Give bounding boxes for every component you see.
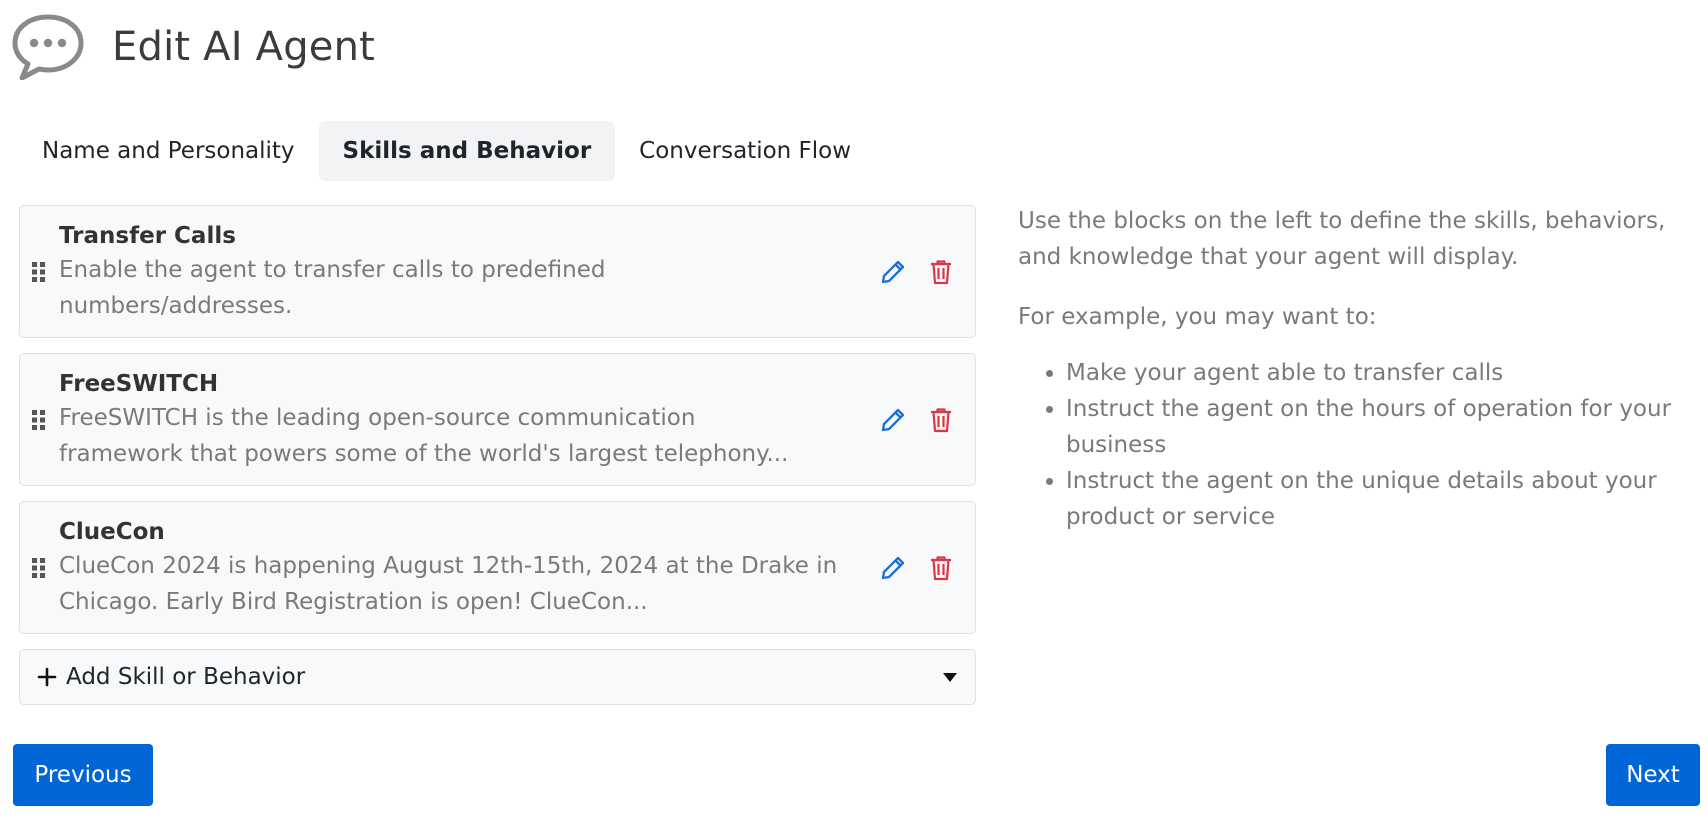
skill-actions [879,554,955,582]
edit-ai-agent-page: Edit AI Agent Name and Personality Skill… [0,0,1708,837]
tab-bar: Name and Personality Skills and Behavior… [18,121,875,181]
skill-description-line: framework that powers some of the world'… [59,441,789,467]
previous-button[interactable]: Previous [13,744,153,806]
page-header: Edit AI Agent [12,14,375,80]
help-intro: Use the blocks on the left to define the… [1018,208,1666,270]
skill-actions [879,406,955,434]
help-example-list: Make your agent able to transfer calls I… [1066,355,1698,535]
help-example-item: Instruct the agent on the hours of opera… [1066,391,1698,463]
skill-content: FreeSWITCH FreeSWITCH is the leading ope… [59,368,849,472]
drag-handle-icon[interactable] [31,557,47,579]
help-example-item: Make your agent able to transfer calls [1066,355,1698,391]
pencil-icon [881,408,905,432]
trash-icon [931,408,951,433]
skill-description-line: ClueCon 2024 is happening August 12th-15… [59,553,838,579]
skill-title: ClueCon [59,519,165,545]
skill-title: FreeSWITCH [59,371,219,397]
edit-skill-button[interactable] [879,554,907,582]
help-panel: Use the blocks on the left to define the… [1018,203,1698,535]
help-example-lead: For example, you may want to: [1018,304,1377,330]
pencil-icon [881,556,905,580]
edit-skill-button[interactable] [879,258,907,286]
page-title: Edit AI Agent [112,24,376,70]
add-skill-dropdown[interactable]: Add Skill or Behavior [19,649,976,705]
skill-actions [879,258,955,286]
plus-icon [37,667,57,687]
skill-description-line: numbers/addresses. [59,293,293,319]
trash-icon [931,260,951,285]
delete-skill-button[interactable] [927,554,955,582]
skill-card-freeswitch: FreeSWITCH FreeSWITCH is the leading ope… [19,353,976,486]
add-skill-label: Add Skill or Behavior [66,664,306,690]
delete-skill-button[interactable] [927,258,955,286]
chat-bubble-icon [12,14,84,80]
edit-skill-button[interactable] [879,406,907,434]
next-button[interactable]: Next [1606,744,1700,806]
skill-title: Transfer Calls [59,223,236,249]
tab-conversation-flow[interactable]: Conversation Flow [615,121,875,181]
skill-description-line: Chicago. Early Bird Registration is open… [59,589,648,615]
tab-name-and-personality[interactable]: Name and Personality [18,121,319,181]
skill-content: ClueCon ClueCon 2024 is happening August… [59,516,849,620]
skill-description-line: Enable the agent to transfer calls to pr… [59,257,606,283]
skill-card-transfer-calls: Transfer Calls Enable the agent to trans… [19,205,976,338]
help-example-item: Instruct the agent on the unique details… [1066,463,1698,535]
trash-icon [931,556,951,581]
drag-handle-icon[interactable] [31,409,47,431]
caret-down-icon [943,673,957,682]
delete-skill-button[interactable] [927,406,955,434]
skill-description-line: FreeSWITCH is the leading open-source co… [59,405,696,431]
pencil-icon [881,260,905,284]
tab-skills-and-behavior[interactable]: Skills and Behavior [318,121,616,181]
skill-content: Transfer Calls Enable the agent to trans… [59,220,849,324]
skill-card-cluecon: ClueCon ClueCon 2024 is happening August… [19,501,976,634]
skill-list: Transfer Calls Enable the agent to trans… [19,205,976,705]
drag-handle-icon[interactable] [31,261,47,283]
